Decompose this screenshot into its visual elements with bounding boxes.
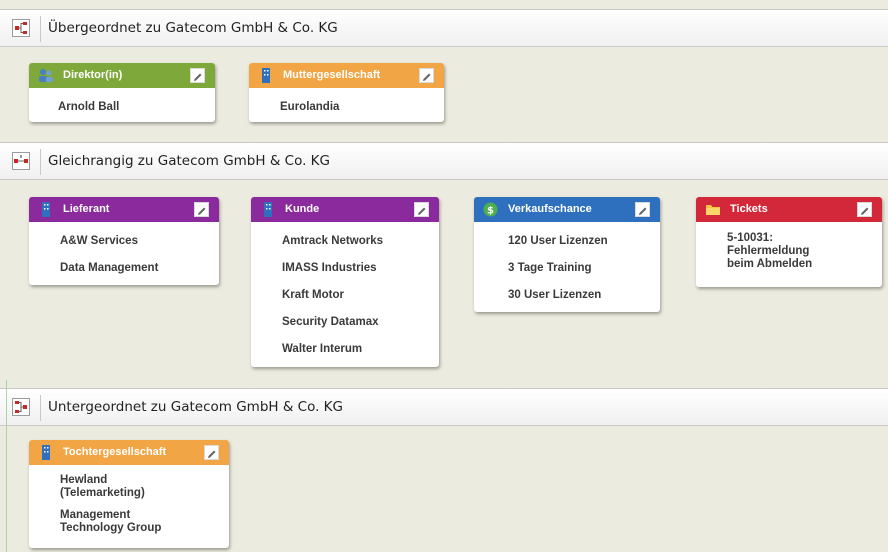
card-label: Kunde (285, 203, 320, 215)
building-icon (42, 445, 50, 460)
list-item[interactable]: A&W Services (29, 235, 219, 248)
building-icon (262, 68, 270, 83)
svg-text:$: $ (487, 206, 494, 217)
card-header: Tochtergesellschaft (29, 440, 229, 465)
edit-icon[interactable] (857, 202, 872, 217)
list-item[interactable]: Amtrack Networks (251, 235, 439, 248)
building-icon (42, 202, 50, 217)
section-header-parent: Übergeordnet zu Gatecom GmbH & Co. KG (0, 9, 888, 47)
card-label: Tochtergesellschaft (63, 446, 167, 458)
section-divider (40, 395, 41, 421)
card-body: A&W Services Data Management (29, 222, 219, 275)
card-header: Direktor(in) (29, 63, 215, 88)
card-body: Arnold Ball (29, 88, 215, 114)
card-tochtergesellschaft: Tochtergesellschaft Hewland (Telemarketi… (29, 440, 229, 548)
card-kunde: Kunde Amtrack Networks IMASS Industries … (251, 197, 439, 367)
card-muttergesellschaft: Muttergesellschaft Eurolandia (249, 63, 444, 122)
card-lieferant: Lieferant A&W Services Data Management (29, 197, 219, 285)
card-body: Hewland (Telemarketing) Management Techn… (29, 465, 229, 535)
card-header: Tickets (696, 197, 882, 222)
person-icon (39, 69, 53, 82)
section-header-child: Untergeordnet zu Gatecom GmbH & Co. KG (0, 388, 888, 426)
edit-icon[interactable] (190, 68, 205, 83)
card-body: 120 User Lizenzen 3 Tage Training 30 Use… (474, 222, 660, 302)
folder-icon (706, 205, 720, 215)
card-body: Eurolandia (249, 88, 444, 114)
card-label: Verkaufschance (508, 203, 592, 215)
card-verkaufschance: $ Verkaufschance 120 User Lizenzen 3 Tag… (474, 197, 660, 312)
list-item[interactable]: 5-10031: Fehlermeldung beim Abmelden (696, 232, 882, 271)
card-header: Lieferant (29, 197, 219, 222)
section-title: Übergeordnet zu Gatecom GmbH & Co. KG (48, 20, 338, 36)
section-header-peer: Gleichrangig zu Gatecom GmbH & Co. KG (0, 142, 888, 180)
card-body: 5-10031: Fehlermeldung beim Abmelden (696, 222, 882, 271)
card-label: Tickets (730, 203, 768, 215)
section-divider (40, 16, 41, 42)
card-tickets: Tickets 5-10031: Fehlermeldung beim Abme… (696, 197, 882, 287)
card-direktor: Direktor(in) Arnold Ball (29, 63, 215, 122)
card-body: Amtrack Networks IMASS Industries Kraft … (251, 222, 439, 356)
edit-icon[interactable] (204, 445, 219, 460)
section-title: Gleichrangig zu Gatecom GmbH & Co. KG (48, 153, 330, 169)
hierarchy-icon (12, 19, 30, 37)
card-header: $ Verkaufschance (474, 197, 660, 222)
section-title: Untergeordnet zu Gatecom GmbH & Co. KG (48, 399, 343, 415)
list-item[interactable]: IMASS Industries (251, 262, 439, 275)
edit-icon[interactable] (635, 202, 650, 217)
card-header: Kunde (251, 197, 439, 222)
list-item[interactable]: 120 User Lizenzen (474, 235, 660, 248)
list-item[interactable]: Arnold Ball (29, 101, 215, 114)
card-header: Muttergesellschaft (249, 63, 444, 88)
list-item[interactable]: Eurolandia (249, 101, 444, 114)
list-item[interactable]: Management Technology Group (29, 509, 229, 535)
card-label: Direktor(in) (63, 69, 123, 81)
card-label: Muttergesellschaft (283, 69, 381, 81)
edit-icon[interactable] (194, 202, 209, 217)
list-item[interactable]: Kraft Motor (251, 289, 439, 302)
list-item[interactable]: Data Management (29, 262, 219, 275)
list-item[interactable]: Walter Interum (251, 343, 439, 356)
list-item[interactable]: Security Datamax (251, 316, 439, 329)
edit-icon[interactable] (414, 202, 429, 217)
dollar-icon: $ (483, 202, 498, 217)
building-icon (264, 202, 272, 217)
section-divider (40, 149, 41, 175)
list-item[interactable]: 3 Tage Training (474, 262, 660, 275)
edit-icon[interactable] (419, 68, 434, 83)
decorative-line (6, 380, 7, 552)
list-item[interactable]: 30 User Lizenzen (474, 289, 660, 302)
hierarchy-icon (12, 398, 30, 416)
list-item[interactable]: Hewland (Telemarketing) (29, 474, 229, 500)
card-label: Lieferant (63, 203, 110, 215)
hierarchy-icon (12, 152, 30, 170)
